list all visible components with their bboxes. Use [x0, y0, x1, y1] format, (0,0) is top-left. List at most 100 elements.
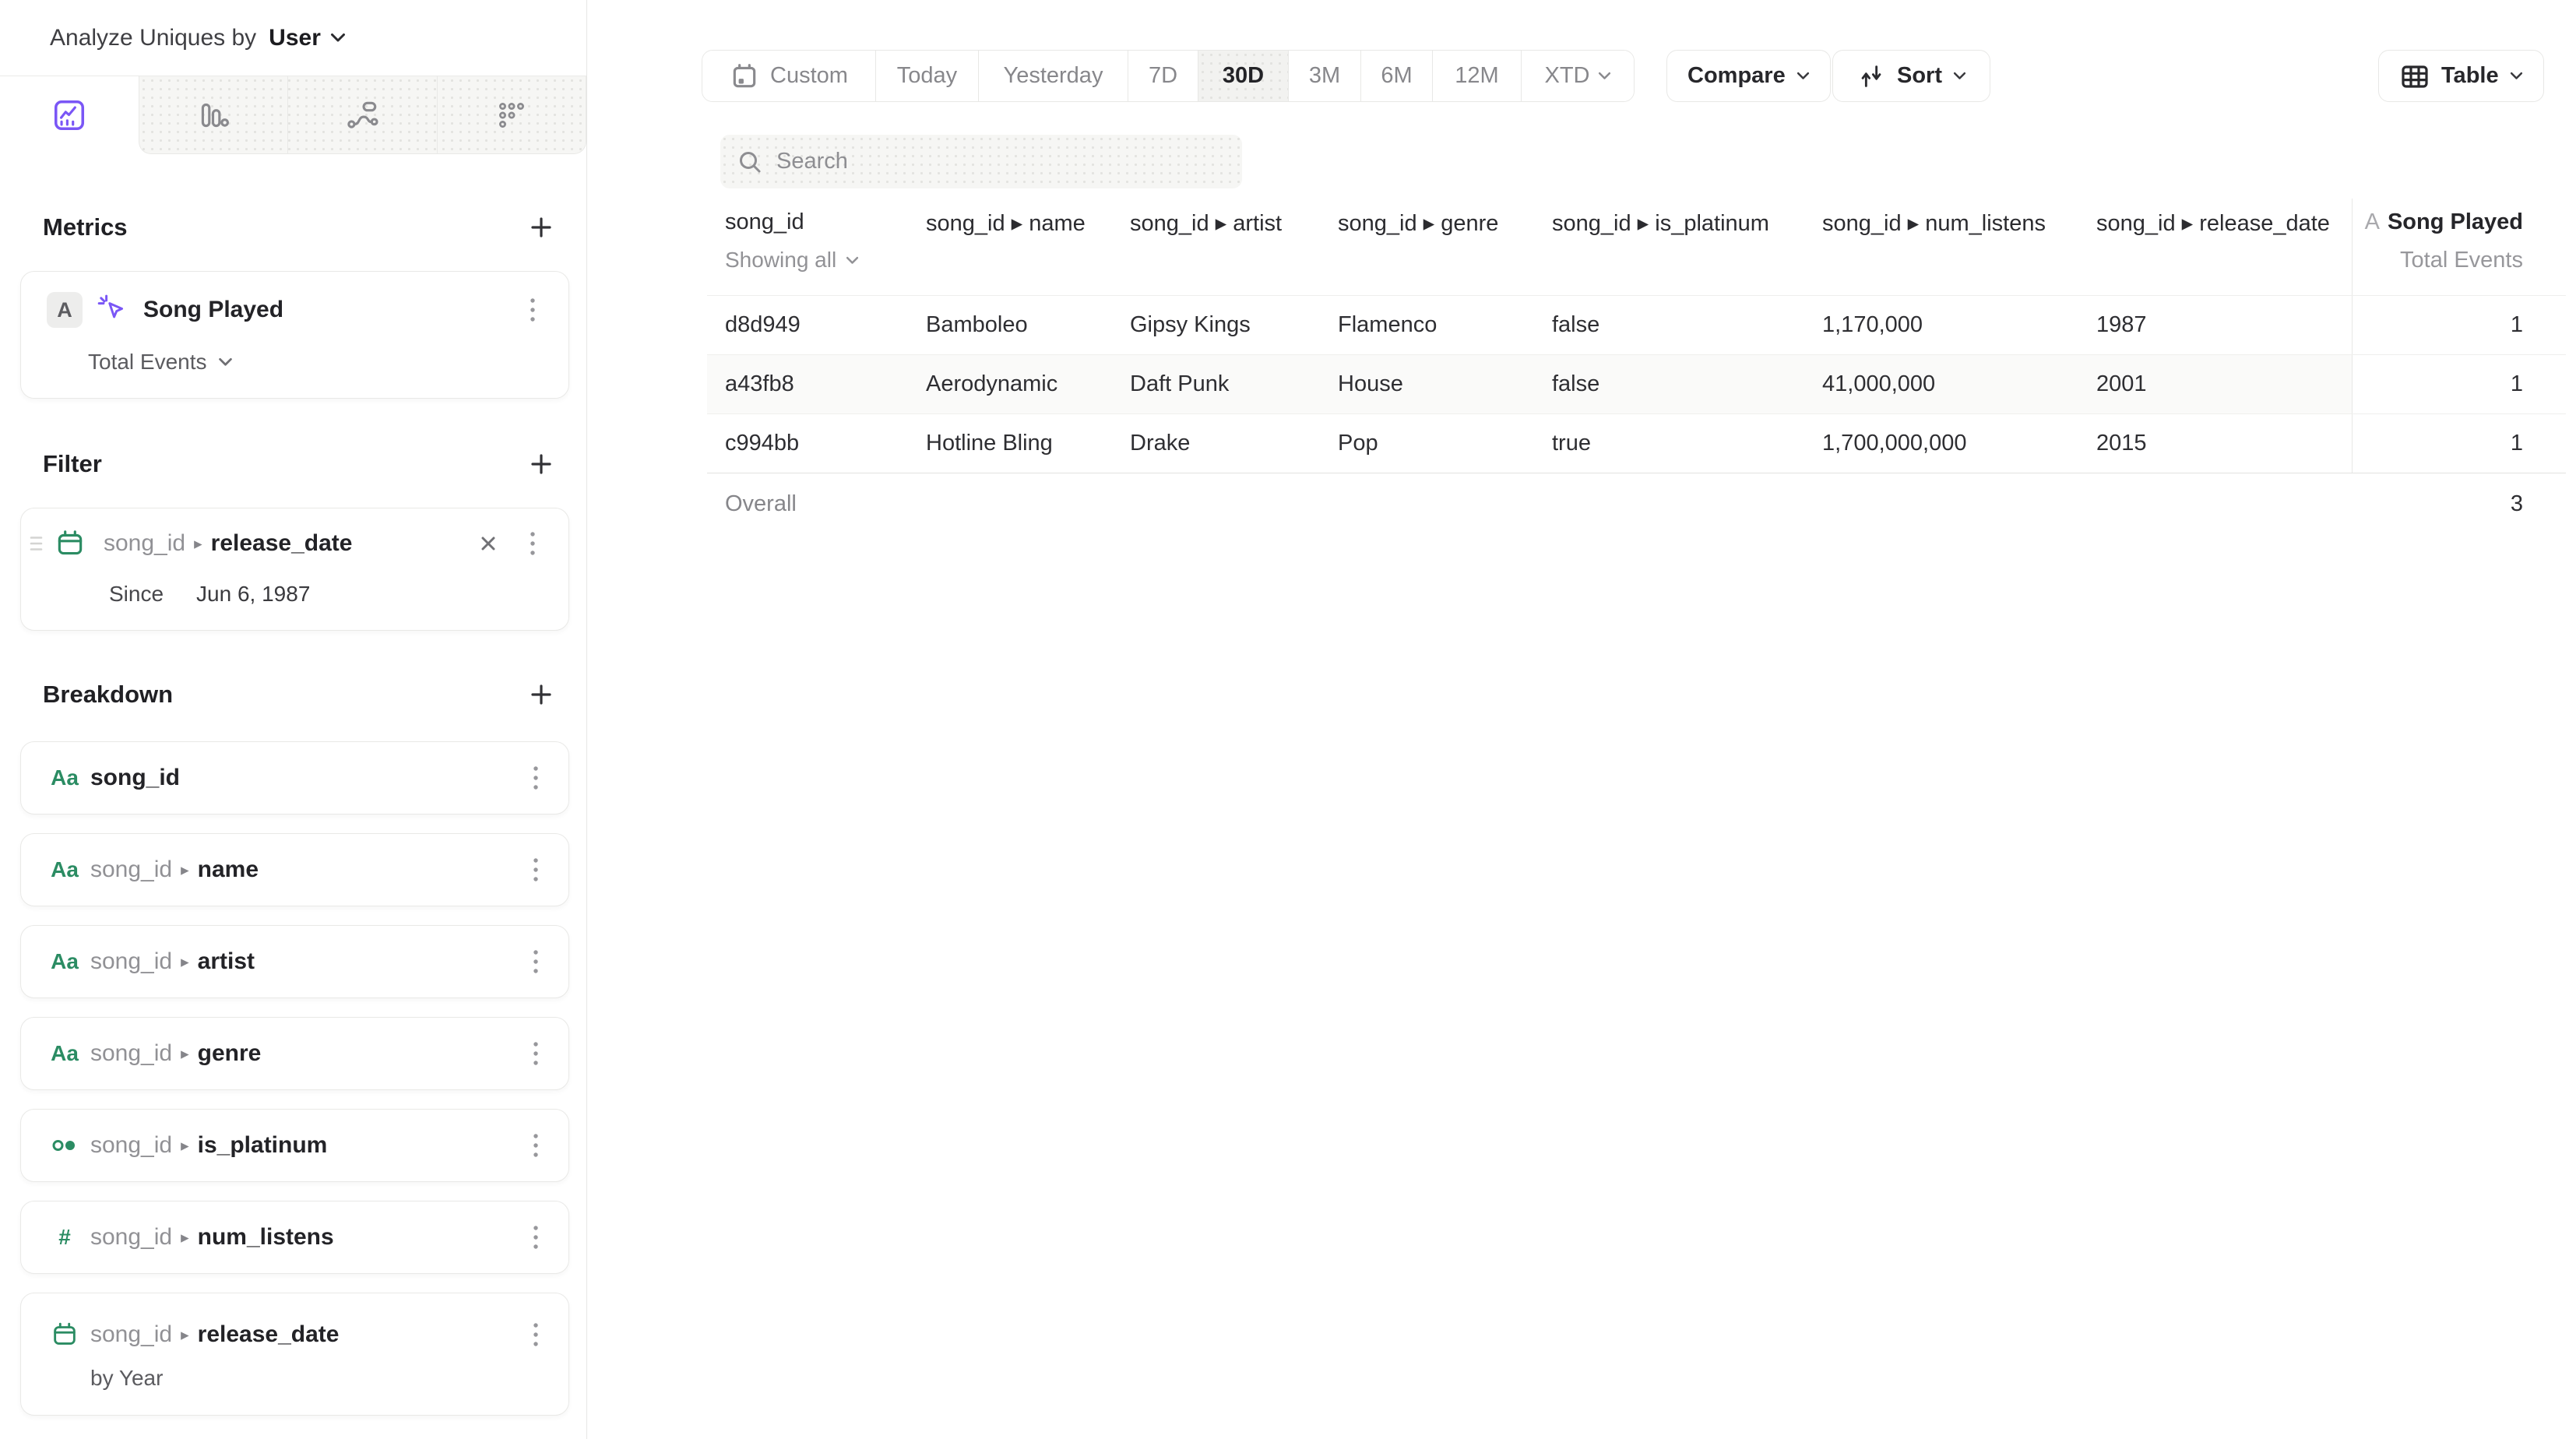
- sort-label: Sort: [1897, 63, 1942, 89]
- chevron-down-icon: [330, 33, 346, 43]
- kebab-icon: [531, 854, 540, 885]
- column-header-artist[interactable]: song_id ▸ artist: [1112, 199, 1320, 295]
- analyze-label: Analyze Uniques by: [50, 25, 256, 51]
- cell-release-date: 2001: [2078, 355, 2352, 413]
- breakdown-menu-button[interactable]: [522, 1318, 550, 1352]
- breakdown-item-is-platinum[interactable]: song_id ▸ is_platinum: [20, 1109, 569, 1182]
- search-box[interactable]: [720, 135, 1242, 188]
- breakdown-menu-button[interactable]: [522, 1128, 550, 1163]
- table-grid-icon: [2399, 61, 2430, 92]
- filter-card[interactable]: song_id ▸ release_date: [20, 508, 569, 631]
- boolean-type-icon: [51, 1130, 79, 1161]
- overall-value: 3: [2352, 473, 2566, 535]
- cell-num-listens: 1,170,000: [1804, 296, 2078, 354]
- table-row: a43fb8 Aerodynamic Daft Punk House false…: [707, 354, 2566, 413]
- date-range-picker: Custom Today Yesterday 7D 30D 3M 6M 12M …: [702, 50, 1635, 102]
- breakdown-menu-button[interactable]: [522, 945, 550, 979]
- plus-icon: [528, 681, 554, 708]
- add-filter-button[interactable]: [524, 447, 558, 481]
- breakdown-menu-button[interactable]: [522, 1220, 550, 1254]
- date-range-label: 7D: [1149, 63, 1177, 89]
- column-header-song-id[interactable]: song_id Showing all: [707, 199, 908, 295]
- column-header-name[interactable]: song_id ▸ name: [908, 199, 1112, 295]
- date-range-label: Yesterday: [1004, 63, 1103, 89]
- column-header-num-listens[interactable]: song_id ▸ num_listens: [1804, 199, 2078, 295]
- date-range-12m[interactable]: 12M: [1432, 51, 1521, 101]
- column-header-genre[interactable]: song_id ▸ genre: [1320, 199, 1534, 295]
- breakdown-item-release-date[interactable]: song_id ▸ release_date by Year: [20, 1293, 569, 1416]
- view-label: Table: [2441, 63, 2499, 89]
- cell-artist: Gipsy Kings: [1112, 296, 1320, 354]
- aggregation-selector[interactable]: Total Events: [88, 350, 233, 375]
- kebab-icon: [531, 1038, 540, 1069]
- cell-num-listens: 41,000,000: [1804, 355, 2078, 413]
- filter-property-name: release_date: [211, 530, 353, 557]
- cell-name: Bamboleo: [908, 296, 1112, 354]
- date-range-yesterday[interactable]: Yesterday: [978, 51, 1128, 101]
- breakdown-property: release_date: [198, 1321, 340, 1348]
- cell-genre: House: [1320, 355, 1534, 413]
- tab-bar-chart[interactable]: [139, 76, 287, 153]
- metric-menu-button[interactable]: [519, 293, 547, 327]
- breakdown-item-name[interactable]: Aa song_id ▸ name: [20, 833, 569, 906]
- cell-is-platinum: false: [1534, 296, 1804, 354]
- column-header-is-platinum[interactable]: song_id ▸ is_platinum: [1534, 199, 1804, 295]
- breakdown-prefix: song_id: [90, 948, 172, 975]
- breakdown-item-genre[interactable]: Aa song_id ▸ genre: [20, 1017, 569, 1090]
- add-breakdown-button[interactable]: [524, 677, 558, 712]
- filter-property-prefix: song_id: [104, 530, 185, 557]
- breakdown-bucket-selector[interactable]: by Year: [90, 1366, 550, 1391]
- date-range-custom[interactable]: Custom: [702, 51, 875, 101]
- view-selector-table[interactable]: Table: [2378, 50, 2544, 102]
- date-range-6m[interactable]: 6M: [1360, 51, 1432, 101]
- breakdown-item-song-id[interactable]: Aa song_id: [20, 741, 569, 814]
- date-range-label: 12M: [1455, 63, 1498, 89]
- tab-flows[interactable]: [287, 76, 436, 153]
- cell-release-date: 1987: [2078, 296, 2352, 354]
- property-caret: ▸: [181, 1325, 189, 1345]
- inactive-tab-group: [139, 76, 586, 154]
- metric-card[interactable]: A Song Played Total Events: [20, 271, 569, 399]
- date-range-today[interactable]: Today: [875, 51, 978, 101]
- chevron-down-icon: [1598, 72, 1611, 80]
- add-metric-button[interactable]: [524, 210, 558, 245]
- breakdown-property: name: [198, 857, 259, 883]
- tab-insights-active[interactable]: [0, 76, 139, 154]
- results-table: song_id Showing all song_id ▸ name song_…: [707, 199, 2566, 535]
- breakdown-prefix: song_id: [90, 1040, 172, 1067]
- date-range-30d-active[interactable]: 30D: [1198, 51, 1288, 101]
- column-header-release-date[interactable]: song_id ▸ release_date: [2078, 199, 2352, 295]
- breakdown-item-num-listens[interactable]: # song_id ▸ num_listens: [20, 1201, 569, 1274]
- text-type-icon: Aa: [51, 949, 79, 974]
- showing-all-selector[interactable]: Showing all: [725, 248, 859, 273]
- cell-metric-value: 1: [2352, 296, 2566, 354]
- compare-button[interactable]: Compare: [1666, 50, 1831, 102]
- overall-row: Overall 3: [707, 473, 2566, 535]
- kebab-icon: [528, 528, 537, 559]
- search-input[interactable]: [776, 149, 1226, 174]
- filter-menu-button[interactable]: [519, 526, 547, 561]
- breakdown-item-artist[interactable]: Aa song_id ▸ artist: [20, 925, 569, 998]
- breakdown-menu-button[interactable]: [522, 853, 550, 887]
- metric-event-name: Song Played: [143, 297, 505, 323]
- entity-selector[interactable]: User: [269, 25, 346, 51]
- column-header-metric[interactable]: ASong Played Total Events: [2352, 199, 2566, 295]
- date-range-xtd[interactable]: XTD: [1521, 51, 1634, 101]
- filter-condition[interactable]: Since Jun 6, 1987: [109, 582, 547, 607]
- date-range-3m[interactable]: 3M: [1288, 51, 1360, 101]
- cell-metric-value: 1: [2352, 414, 2566, 473]
- date-range-7d[interactable]: 7D: [1128, 51, 1198, 101]
- metric-letter: A: [2365, 209, 2380, 234]
- date-range-label: Today: [897, 63, 957, 89]
- tab-retention[interactable]: [437, 76, 586, 153]
- remove-filter-button[interactable]: [478, 533, 498, 554]
- sidebar: Analyze Uniques by User: [0, 0, 587, 1439]
- breakdown-menu-button[interactable]: [522, 761, 550, 795]
- breakdown-menu-button[interactable]: [522, 1036, 550, 1071]
- insights-report: Analyze Uniques by User: [0, 0, 2576, 1439]
- property-caret: ▸: [181, 1136, 189, 1156]
- sort-button[interactable]: Sort: [1832, 50, 1990, 102]
- drag-handle-icon[interactable]: [30, 534, 43, 553]
- breakdown-prefix: song_id: [90, 857, 172, 883]
- property-caret: ▸: [181, 860, 189, 880]
